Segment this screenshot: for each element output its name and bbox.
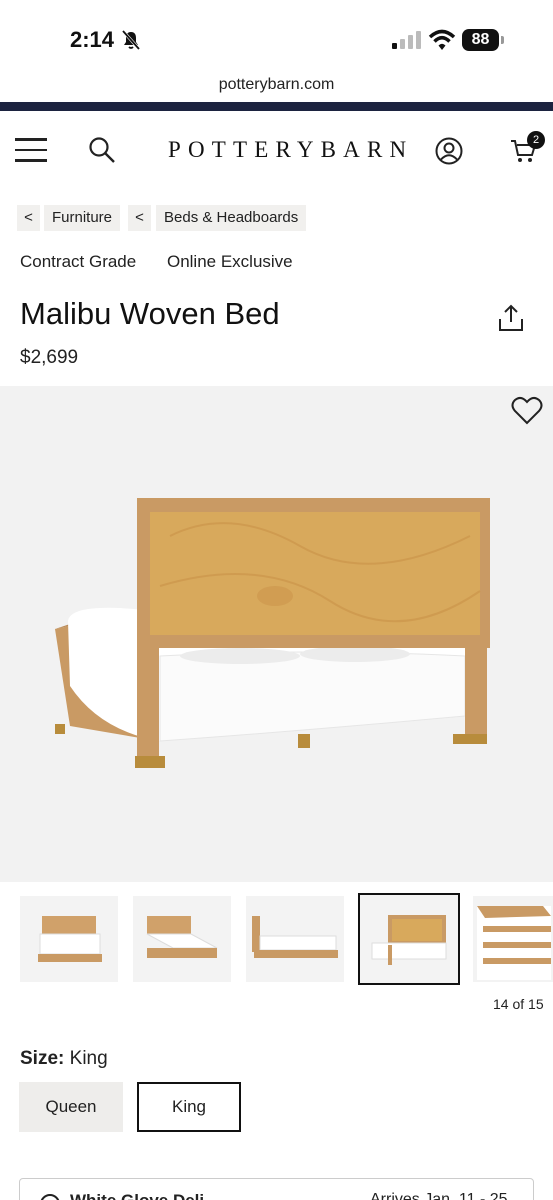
site-header: POTTERYBARN <box>0 112 553 190</box>
status-time: 2:14 <box>70 27 115 52</box>
gallery-thumbnail-selected[interactable] <box>358 893 460 985</box>
menu-icon[interactable] <box>15 138 47 162</box>
search-icon[interactable] <box>88 136 116 164</box>
size-option-queen[interactable]: Queen <box>19 1082 123 1132</box>
cell-signal-icon <box>392 31 421 49</box>
gallery-thumbnail[interactable] <box>133 896 231 982</box>
wifi-icon <box>428 29 456 50</box>
delivery-label: White Glove Deli... <box>70 1191 218 1200</box>
silent-bell-icon <box>122 30 140 50</box>
bed-illustration <box>55 498 490 768</box>
brand-logo[interactable]: POTTERYBARN <box>168 137 406 163</box>
delivery-radio[interactable] <box>40 1194 60 1200</box>
gallery-counter: 14 of 15 <box>493 996 544 1012</box>
cart-count-badge: 2 <box>527 131 545 149</box>
gallery-thumbnail[interactable] <box>20 896 118 982</box>
tag-online-exclusive: Online Exclusive <box>166 252 293 271</box>
gallery-thumbnail[interactable] <box>246 896 344 982</box>
product-price: $2,699 <box>20 347 79 368</box>
gallery-thumbnail[interactable] <box>473 896 553 982</box>
share-icon[interactable] <box>498 304 524 332</box>
account-icon[interactable] <box>434 136 464 166</box>
delivery-option[interactable]: White Glove Deli... Arrives Jan. 11 - 25 <box>19 1178 534 1200</box>
product-tags: Contract Grade Online Exclusive <box>20 252 319 272</box>
size-selected-value: King <box>69 1048 108 1069</box>
status-bar: 2:14 88 <box>0 0 553 70</box>
battery-level: 88 <box>462 29 499 51</box>
product-title: Malibu Woven Bed <box>20 296 280 331</box>
breadcrumb-furniture[interactable]: Furniture <box>44 205 121 231</box>
delivery-arrival-date: Arrives Jan. 11 - 25 <box>370 1191 508 1200</box>
favorite-heart-icon[interactable] <box>511 396 543 426</box>
tag-contract-grade: Contract Grade <box>20 252 137 271</box>
url-bar[interactable]: potterybarn.com <box>0 76 553 94</box>
battery-icon: 88 <box>462 29 504 51</box>
size-selector-label: Size: King <box>20 1048 108 1070</box>
size-label-key: Size: <box>20 1048 65 1069</box>
promo-banner-strip <box>0 102 553 111</box>
breadcrumb-back-icon[interactable]: < <box>128 205 151 231</box>
breadcrumb-back-icon[interactable]: < <box>17 205 40 231</box>
product-main-image[interactable] <box>0 386 553 882</box>
size-option-king[interactable]: King <box>137 1082 241 1132</box>
breadcrumb-beds-headboards[interactable]: Beds & Headboards <box>156 205 307 231</box>
